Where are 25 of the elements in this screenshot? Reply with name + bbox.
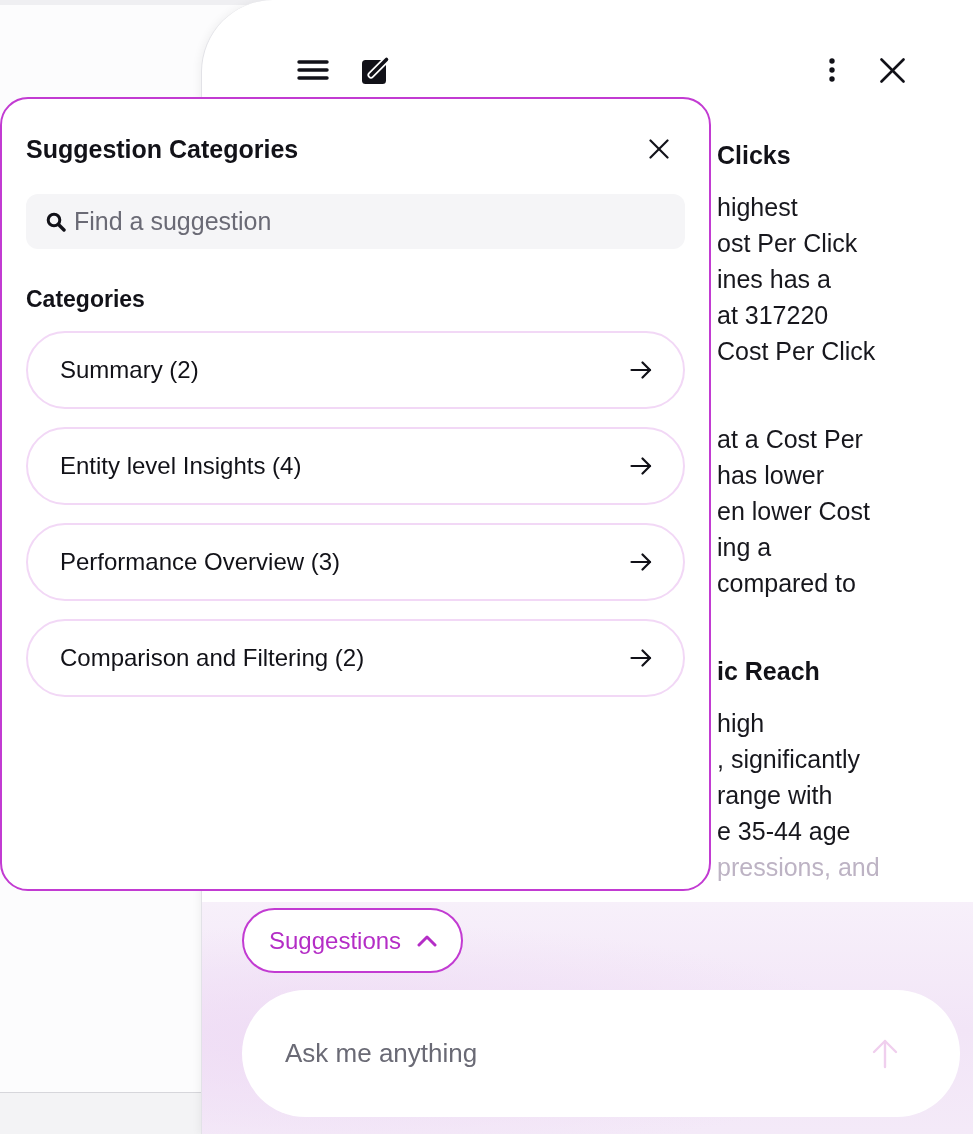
edit-icon[interactable] xyxy=(362,56,390,84)
category-button[interactable]: Comparison and Filtering (2) xyxy=(26,619,685,697)
more-icon[interactable] xyxy=(829,58,835,82)
close-icon[interactable] xyxy=(880,57,905,83)
message-input[interactable]: Ask me anything xyxy=(242,990,960,1117)
arrow-right-icon xyxy=(630,649,652,667)
search-icon xyxy=(46,211,66,232)
message-paragraph: highest ost Per Click ines has a at 317220 Cost Per Click xyxy=(717,192,876,367)
chevron-up-icon xyxy=(417,933,438,948)
message-paragraph: high , significantly range with e 35-44 age pressions, and xyxy=(717,708,880,883)
section-heading: Categories xyxy=(26,285,145,314)
popup-title: Suggestion Categories xyxy=(26,134,299,164)
arrow-right-icon xyxy=(630,553,652,571)
category-button[interactable]: Summary (2) xyxy=(26,331,685,409)
message-heading: Clicks xyxy=(717,140,791,171)
arrow-right-icon xyxy=(630,361,652,379)
message-paragraph: at a Cost Per has lower en lower Cost ing a compared to xyxy=(717,424,870,599)
close-icon[interactable] xyxy=(649,139,669,159)
arrow-right-icon xyxy=(630,457,652,475)
category-button[interactable]: Entity level Insights (4) xyxy=(26,427,685,505)
suggestions-button[interactable]: Suggestions xyxy=(242,908,464,973)
menu-icon[interactable] xyxy=(297,60,329,80)
message-heading: ic Reach xyxy=(717,656,820,687)
category-button[interactable]: Performance Overview (3) xyxy=(26,523,685,601)
search-field[interactable]: Find a suggestion xyxy=(26,194,685,249)
